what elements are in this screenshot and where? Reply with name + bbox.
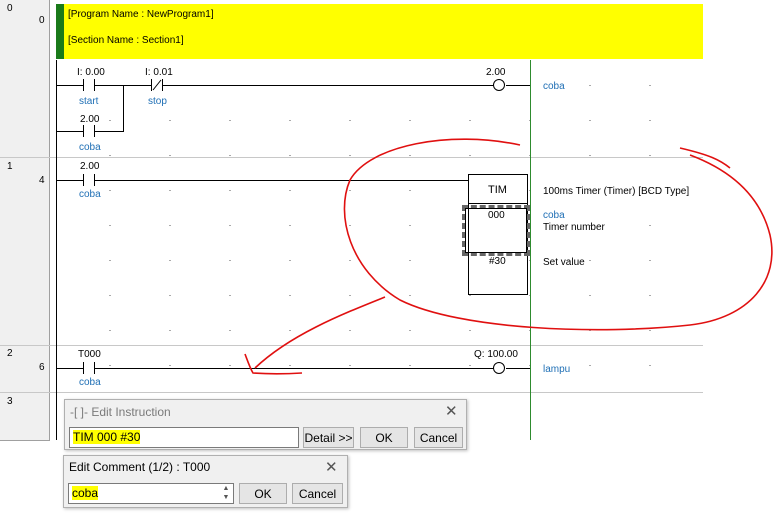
close-icon[interactable]: ✕ — [325, 460, 338, 475]
ok-button[interactable]: OK — [239, 483, 287, 504]
cancel-button[interactable]: Cancel — [414, 427, 463, 448]
edit-comment-title: Edit Comment (1/2) : T000 — [69, 460, 211, 474]
edit-instruction-title: -[ ]- Edit Instruction — [70, 405, 171, 419]
comment-input[interactable]: coba — [68, 483, 234, 504]
detail-button[interactable]: Detail >> — [303, 427, 354, 448]
close-icon[interactable]: ✕ — [445, 404, 458, 419]
ok-button[interactable]: OK — [360, 427, 408, 448]
red-annotation-circle — [244, 138, 773, 375]
comment-spinner[interactable]: ▲ ▼ — [219, 484, 233, 503]
cancel-button[interactable]: Cancel — [292, 483, 343, 504]
instruction-input-value: TIM 000 #30 — [73, 430, 141, 444]
instruction-input[interactable]: TIM 000 #30 — [69, 427, 299, 448]
comment-input-value: coba — [72, 486, 99, 500]
